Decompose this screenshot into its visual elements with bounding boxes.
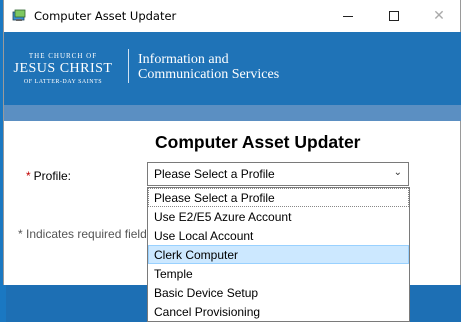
banner-accent-strip xyxy=(4,105,461,121)
minimize-button[interactable] xyxy=(325,0,371,32)
profile-label-text: Profile: xyxy=(33,169,72,183)
logo-divider xyxy=(128,49,129,83)
department-line-2: Communication Services xyxy=(138,67,280,82)
dropdown-option-temple[interactable]: Temple xyxy=(148,264,409,283)
window-title: Computer Asset Updater xyxy=(34,9,177,23)
maximize-button[interactable] xyxy=(371,0,417,32)
minimize-icon xyxy=(343,15,353,17)
department-name: Information and Communication Services xyxy=(138,52,279,82)
dropdown-option-basic-device-setup[interactable]: Basic Device Setup xyxy=(148,283,409,302)
close-icon: ✕ xyxy=(433,8,445,24)
dropdown-option-clerk-computer[interactable]: Clerk Computer xyxy=(148,245,409,264)
header-banner: THE CHURCH OF JESUS CHRIST OF LATTER-DAY… xyxy=(4,32,461,105)
maximize-icon xyxy=(389,11,399,21)
required-marker: * xyxy=(26,169,31,183)
profile-select[interactable]: Please Select a Profile ⌄ xyxy=(147,162,409,186)
profile-label: * Profile: xyxy=(26,169,71,183)
dropdown-option-please-select[interactable]: Please Select a Profile xyxy=(148,188,409,207)
dropdown-option-e2e5-azure[interactable]: Use E2/E5 Azure Account xyxy=(148,207,409,226)
profile-select-value: Please Select a Profile xyxy=(154,167,275,181)
dropdown-option-local-account[interactable]: Use Local Account xyxy=(148,226,409,245)
page-title: Computer Asset Updater xyxy=(155,132,361,152)
department-line-1: Information and xyxy=(138,52,229,67)
dropdown-option-cancel-provisioning[interactable]: Cancel Provisioning xyxy=(148,302,409,321)
title-bar[interactable]: Computer Asset Updater ✕ xyxy=(4,0,460,32)
logo-line-1: THE CHURCH OF xyxy=(28,52,98,60)
logo-line-2: JESUS CHRIST xyxy=(13,61,113,76)
required-note: * Indicates required field xyxy=(18,227,147,241)
logo-line-3: OF LATTER-DAY SAINTS xyxy=(23,79,103,85)
chevron-down-icon: ⌄ xyxy=(393,167,402,178)
profile-dropdown-list: Please Select a Profile Use E2/E5 Azure … xyxy=(147,187,410,322)
app-icon xyxy=(12,9,26,21)
close-button[interactable]: ✕ xyxy=(416,0,461,32)
